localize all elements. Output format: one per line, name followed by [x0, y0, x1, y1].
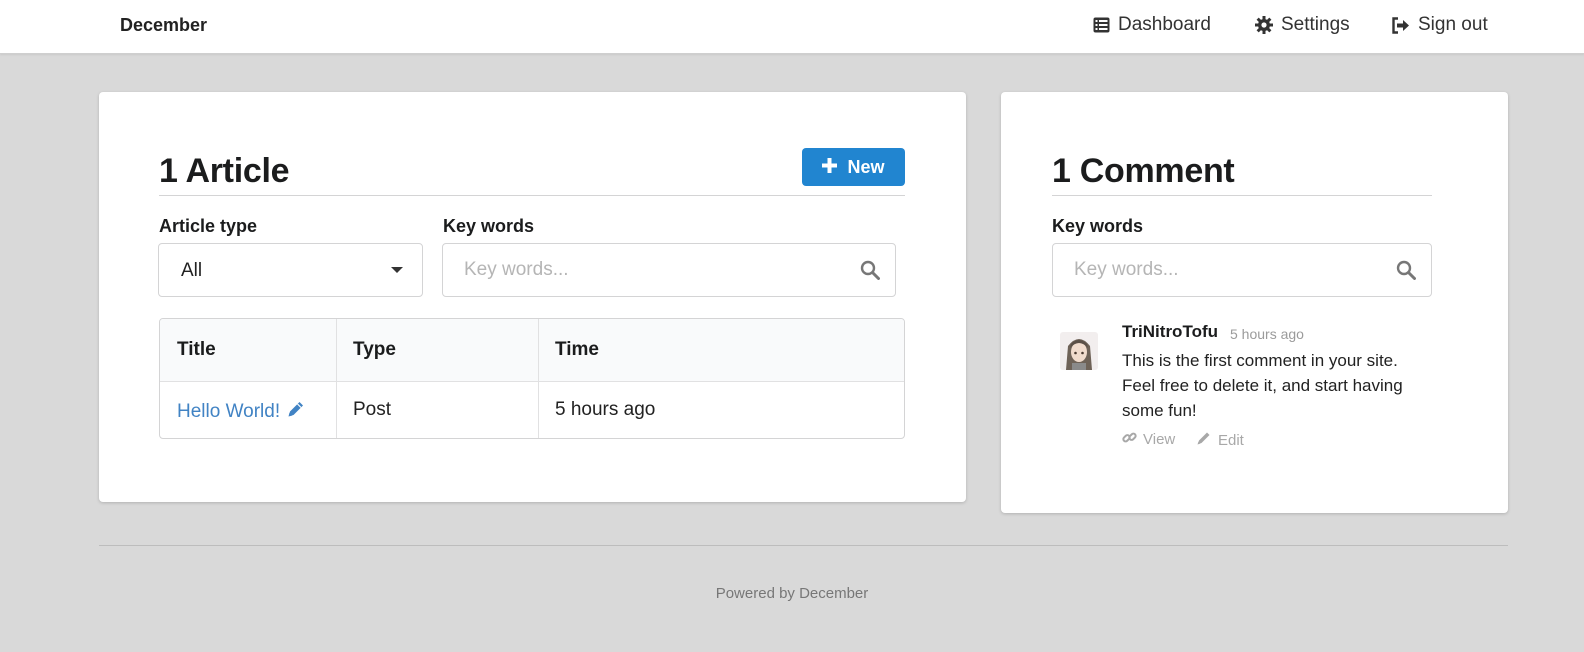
search-icon[interactable] — [1396, 260, 1416, 285]
new-button-label: New — [847, 156, 885, 177]
article-title: Hello World! — [177, 401, 281, 422]
article-title-link[interactable]: Hello World! — [177, 399, 306, 425]
article-keywords-label: Key words — [443, 216, 535, 236]
table-header — [160, 319, 904, 382]
comment-author[interactable]: TriNitroTofu — [1122, 322, 1218, 342]
column-divider — [336, 319, 337, 438]
nav-settings-label: Settings — [1281, 14, 1350, 35]
footer-text: Powered by December — [715, 585, 869, 602]
footer-divider — [99, 545, 1508, 546]
heading-divider — [1052, 195, 1432, 196]
column-header-time[interactable]: Time — [555, 339, 599, 361]
comment-view-link[interactable]: View — [1122, 430, 1175, 449]
articles-table: Title Type Time Hello World! Post 5 hour… — [159, 318, 905, 439]
nav-dashboard-label: Dashboard — [1118, 14, 1211, 35]
article-type: Post — [353, 399, 392, 420]
column-divider — [538, 319, 539, 438]
article-type-label: Article type — [159, 216, 258, 236]
pencil-icon — [1196, 430, 1212, 450]
caret-down-icon — [391, 267, 403, 273]
comment-search-input[interactable] — [1053, 244, 1431, 296]
list-icon — [1093, 17, 1110, 33]
edit-label: Edit — [1218, 431, 1244, 449]
sign-out-icon — [1391, 16, 1410, 34]
nav-sign-out[interactable]: Sign out — [1391, 14, 1488, 36]
nav-dashboard[interactable]: Dashboard — [1093, 14, 1211, 36]
articles-heading: 1 Article — [159, 152, 290, 190]
article-type-value: All — [181, 260, 203, 281]
view-label: View — [1143, 431, 1176, 448]
pencil-icon[interactable] — [286, 399, 306, 425]
article-type-select[interactable]: All — [158, 243, 423, 297]
comments-heading: 1 Comment — [1052, 152, 1235, 190]
search-icon[interactable] — [860, 260, 880, 285]
article-search-box — [442, 243, 896, 297]
comment-text: This is the first comment in your site. … — [1122, 351, 1403, 420]
column-header-type[interactable]: Type — [353, 339, 396, 361]
heading-divider — [159, 195, 905, 196]
articles-card: 1 Article New Article type All Key words… — [99, 92, 966, 502]
nav-settings[interactable]: Settings — [1255, 14, 1350, 36]
avatar[interactable] — [1060, 332, 1098, 370]
nav-sign-out-label: Sign out — [1418, 14, 1488, 35]
top-navbar: December Dashboard Settings Sign out — [0, 0, 1584, 54]
column-header-title[interactable]: Title — [177, 339, 216, 361]
gear-icon — [1255, 16, 1273, 34]
comment-edit-link[interactable]: Edit — [1196, 430, 1244, 450]
article-search-input[interactable] — [443, 244, 895, 296]
comment-time: 5 hours ago — [1230, 326, 1304, 342]
brand-logo[interactable]: December — [120, 15, 207, 36]
new-article-button[interactable]: New — [802, 148, 905, 186]
link-icon — [1122, 430, 1137, 449]
comment-search-box — [1052, 243, 1432, 297]
comment-keywords-label: Key words — [1052, 216, 1144, 236]
comments-card: 1 Comment Key words TriNitroTofu 5 hours… — [1001, 92, 1508, 513]
plus-icon — [822, 157, 838, 178]
article-time: 5 hours ago — [555, 399, 656, 420]
